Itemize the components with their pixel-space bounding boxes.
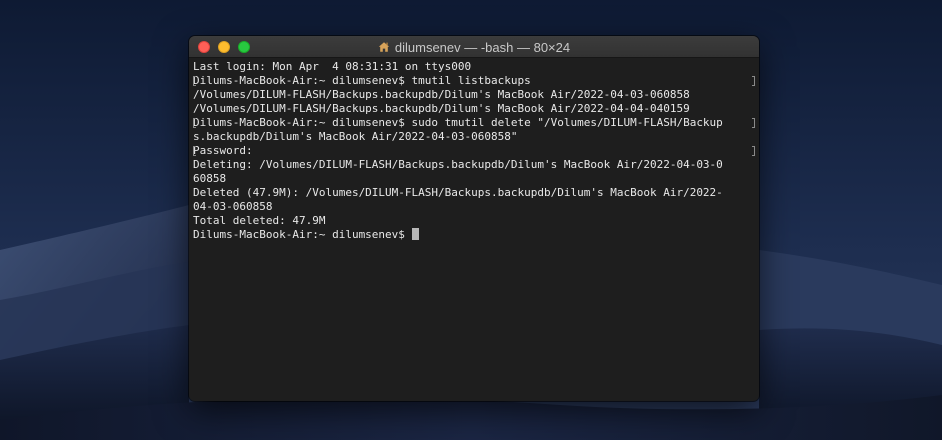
terminal-line: Deleting: /Volumes/DILUM-FLASH/Backups.b… <box>193 158 723 171</box>
terminal-output[interactable]: Last login: Mon Apr 4 08:31:31 on ttys00… <box>189 58 759 401</box>
shell-prompt: Dilums-MacBook-Air:~ dilumsenev$ <box>193 228 412 241</box>
terminal-line: /Volumes/DILUM-FLASH/Backups.backupdb/Di… <box>193 102 690 115</box>
terminal-line: s.backupdb/Dilum's MacBook Air/2022-04-0… <box>193 130 518 143</box>
terminal-line: Dilums-MacBook-Air:~ dilumsenev$ tmutil … <box>193 74 755 88</box>
window-title-group: dilumsenev — -bash — 80×24 <box>189 36 759 58</box>
terminal-line: Total deleted: 47.9M <box>193 214 326 227</box>
terminal-window[interactable]: dilumsenev — -bash — 80×24 Last login: M… <box>189 36 759 401</box>
house-icon <box>378 41 390 53</box>
terminal-line: 60858 <box>193 172 227 185</box>
prompt-line[interactable]: Dilums-MacBook-Air:~ dilumsenev$ <box>193 228 755 242</box>
terminal-line: 04-03-060858 <box>193 200 273 213</box>
terminal-line: /Volumes/DILUM-FLASH/Backups.backupdb/Di… <box>193 88 690 101</box>
title-bar[interactable]: dilumsenev — -bash — 80×24 <box>189 36 759 58</box>
terminal-line: Last login: Mon Apr 4 08:31:31 on ttys00… <box>193 60 472 73</box>
text-cursor <box>411 228 419 240</box>
terminal-line: Dilums-MacBook-Air:~ dilumsenev$ sudo tm… <box>193 116 755 130</box>
terminal-line: Password: <box>193 144 755 158</box>
terminal-line: Deleted (47.9M): /Volumes/DILUM-FLASH/Ba… <box>193 186 723 199</box>
window-title: dilumsenev — -bash — 80×24 <box>394 39 571 55</box>
